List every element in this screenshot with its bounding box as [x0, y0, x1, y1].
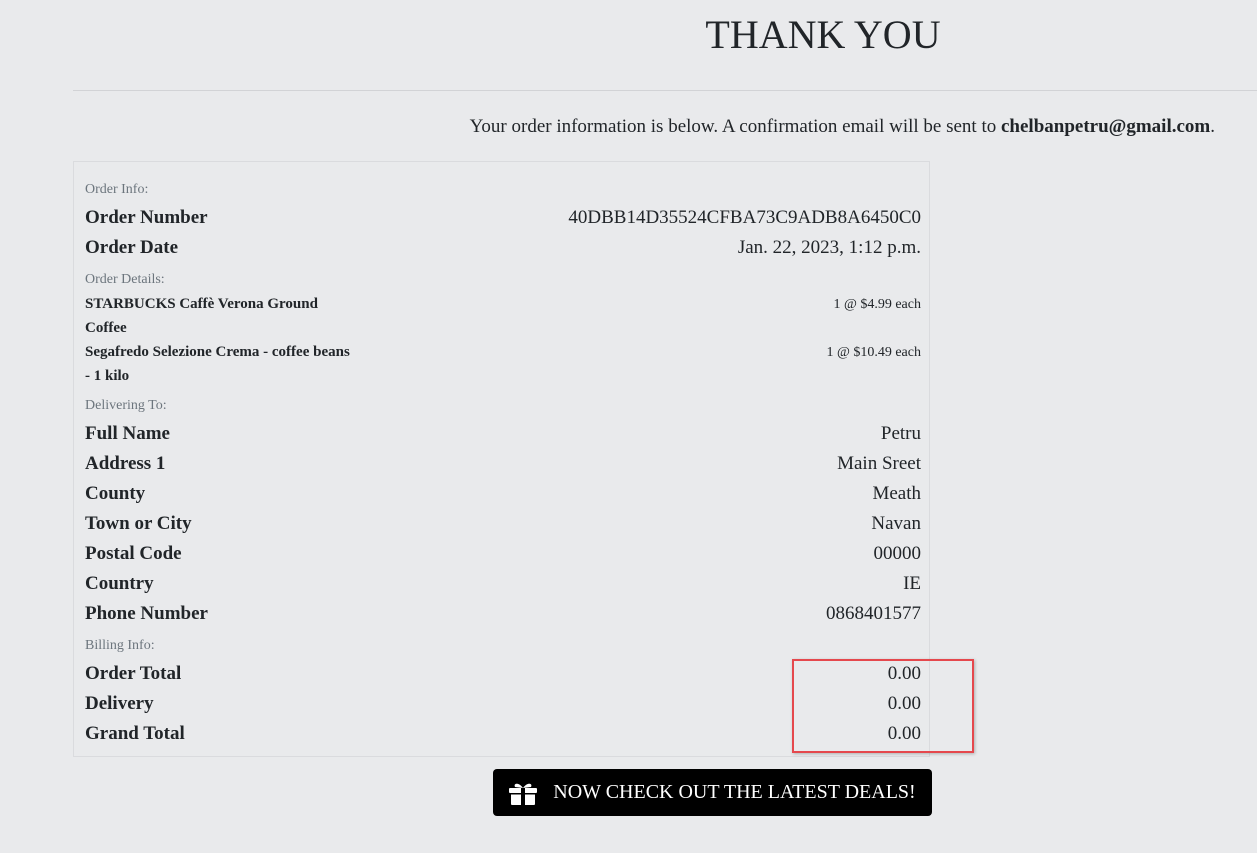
order-item-quantity: 1 @ $10.49 each — [826, 345, 921, 360]
section-label-delivering-to: Delivering To: — [85, 398, 167, 413]
delivery-value: Main Sreet — [837, 453, 921, 474]
delivery-label: Address 1 — [85, 453, 166, 474]
delivery-row-phone: Phone Number 0868401577 — [85, 599, 921, 629]
order-number-label: Order Number — [85, 207, 208, 228]
totals-highlight-annotation — [792, 659, 974, 753]
delivery-label: Country — [85, 573, 154, 594]
delivery-row-country: Country IE — [85, 569, 921, 599]
billing-label: Order Total — [85, 663, 182, 684]
order-item-name: STARBUCKS Caffè Verona Ground Coffee — [85, 296, 318, 336]
delivery-value: Meath — [872, 483, 921, 504]
delivery-row-postal-code: Postal Code 00000 — [85, 539, 921, 569]
delivery-row-address: Address 1 Main Sreet — [85, 449, 921, 479]
intro-text: Your order information is below. A confi… — [470, 115, 1215, 139]
latest-deals-button[interactable]: NOW CHECK OUT THE LATEST DEALS! — [493, 769, 932, 816]
delivery-row-town: Town or City Navan — [85, 509, 921, 539]
order-item-name: Segafredo Selezione Crema - coffee beans… — [85, 344, 350, 384]
order-item-row: Segafredo Selezione Crema - coffee beans… — [85, 340, 921, 388]
delivery-label: Postal Code — [85, 543, 182, 564]
section-label-order-info: Order Info: — [85, 182, 149, 197]
billing-label: Delivery — [85, 693, 154, 714]
section-label-order-details: Order Details: — [85, 272, 165, 287]
order-date-value: Jan. 22, 2023, 1:12 p.m. — [737, 237, 921, 258]
delivery-label: County — [85, 483, 146, 504]
delivery-value: 00000 — [873, 543, 922, 564]
intro-suffix: . — [1210, 116, 1215, 137]
latest-deals-label: NOW CHECK OUT THE LATEST DEALS! — [553, 781, 916, 803]
intro-message: Your order information is below. A confi… — [469, 116, 1001, 137]
delivery-label: Phone Number — [85, 603, 208, 624]
order-number-row: Order Number 40DBB14D35524CFBA73C9ADB8A6… — [85, 203, 921, 233]
delivery-row-county: County Meath — [85, 479, 921, 509]
billing-label: Grand Total — [85, 723, 185, 744]
page-title: THANK YOU — [705, 12, 941, 57]
section-label-billing-info: Billing Info: — [85, 638, 155, 653]
order-date-label: Order Date — [85, 237, 179, 258]
delivery-value: Navan — [871, 513, 921, 534]
confirmation-email: chelbanpetru@gmail.com — [1001, 116, 1211, 137]
delivery-value: 0868401577 — [826, 603, 921, 624]
order-date-row: Order Date Jan. 22, 2023, 1:12 p.m. — [85, 233, 921, 263]
delivery-label: Town or City — [85, 513, 192, 534]
delivery-row-full-name: Full Name Petru — [85, 419, 921, 449]
gift-icon — [509, 782, 538, 806]
order-item-quantity: 1 @ $4.99 each — [833, 297, 921, 312]
order-number-value: 40DBB14D35524CFBA73C9ADB8A6450C0 — [568, 207, 921, 228]
title-divider — [73, 90, 1257, 91]
delivery-value: Petru — [880, 423, 921, 444]
order-item-row: STARBUCKS Caffè Verona Ground Coffee 1 @… — [85, 292, 921, 340]
delivery-label: Full Name — [85, 423, 170, 444]
delivery-value: IE — [903, 573, 921, 594]
